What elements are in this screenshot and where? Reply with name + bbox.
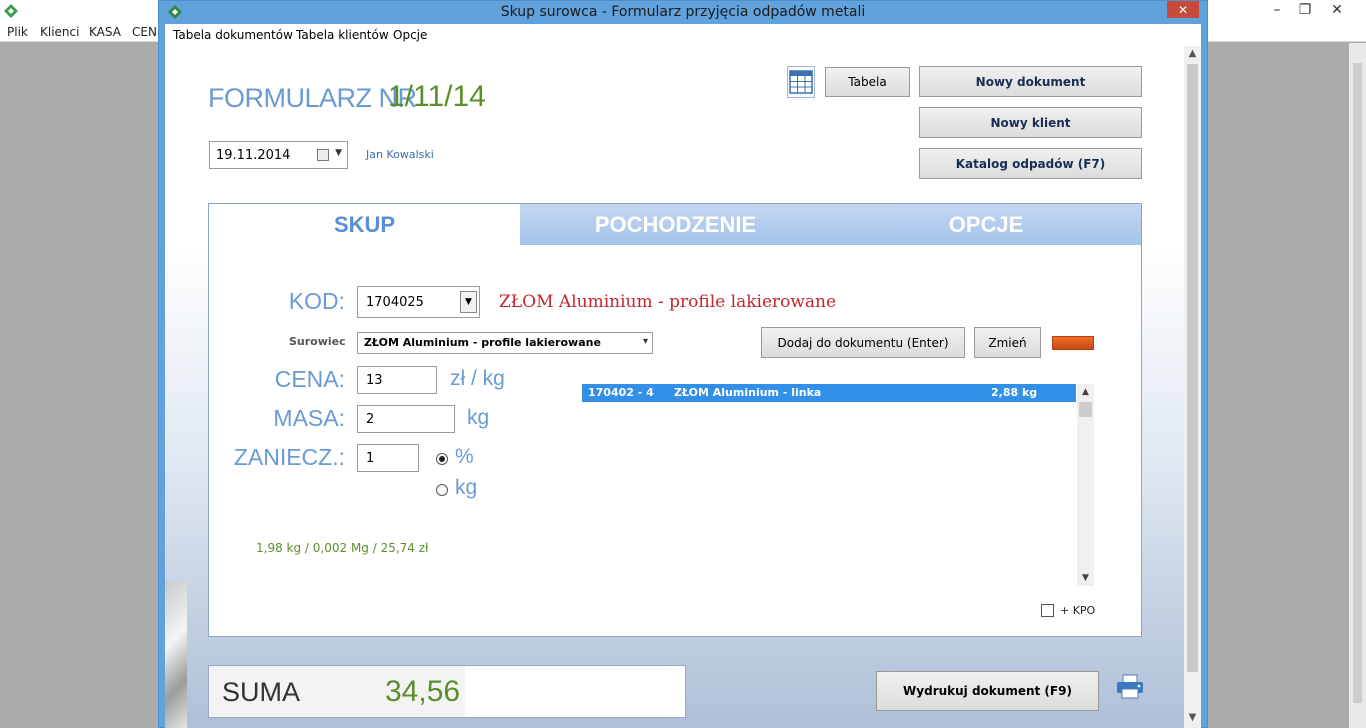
dialog-title: Skup surowca - Formularz przyjęcia odpad… — [500, 4, 866, 20]
zaniecz-input[interactable]: 1 — [357, 444, 419, 472]
menu-opcje[interactable]: Opcje — [393, 28, 427, 42]
date-value: 19.11.2014 — [216, 148, 291, 163]
list-item-code: 170402 - 4 — [588, 386, 654, 399]
scroll-thumb[interactable] — [1079, 402, 1092, 417]
bg-menu-klienci[interactable]: Klienci — [40, 25, 79, 39]
decorative-metal-image — [165, 581, 187, 728]
kod-value: 1704025 — [366, 295, 424, 310]
radio-percent[interactable] — [436, 453, 448, 465]
form-label: FORMULARZ NR — [208, 83, 417, 113]
radio-kg-label: kg — [455, 476, 478, 499]
close-icon: ✕ — [1177, 2, 1189, 17]
material-name: ZŁOM Aluminium - profile lakierowane — [499, 292, 837, 312]
surowiec-label: Surowiec — [289, 335, 346, 348]
document-items-list[interactable]: 170402 - 4 ZŁOM Aluminium - linka 2,88 k… — [582, 384, 1094, 586]
masa-unit: kg — [467, 406, 490, 429]
tab-skup[interactable]: SKUP — [209, 204, 520, 245]
chevron-down-icon[interactable]: ▼ — [1077, 570, 1094, 586]
date-picker[interactable]: 19.11.2014 ▼ — [209, 141, 348, 169]
print-document-button[interactable]: Wydrukuj dokument (F9) — [876, 671, 1099, 711]
menu-tabela-klientow[interactable]: Tabela klientów — [296, 28, 389, 42]
app-logo-icon — [4, 4, 18, 18]
chevron-down-icon[interactable]: ▼ — [460, 291, 477, 313]
masa-input[interactable]: 2 — [357, 405, 455, 433]
list-item-mass: 2,88 kg — [991, 386, 1038, 399]
chevron-down-icon[interactable]: ▼ — [1184, 710, 1201, 726]
table-grid-icon — [789, 70, 813, 94]
bg-menu-kasa[interactable]: KASA — [89, 25, 121, 39]
kpo-checkbox[interactable] — [1041, 604, 1054, 617]
calendar-icon[interactable] — [317, 149, 329, 161]
close-button[interactable]: ✕ — [1167, 1, 1199, 18]
radio-percent-label: % — [455, 445, 474, 468]
form-panel: SKUP POCHODZENIE OPCJE KOD: 1704025 ▼ ZŁ… — [208, 203, 1142, 637]
chevron-up-icon[interactable]: ▲ — [1077, 384, 1094, 400]
form-scrollbar[interactable]: ▲ ▼ — [1184, 46, 1201, 728]
restore-icon[interactable]: ❐ — [1290, 0, 1320, 20]
dialog-window: Skup surowca - Formularz przyjęcia odpad… — [158, 0, 1208, 728]
sum-label: SUMA — [222, 677, 301, 707]
user-name: Jan Kowalski — [366, 148, 434, 161]
tabela-button[interactable]: Tabela — [825, 67, 910, 97]
add-to-document-button[interactable]: Dodaj do dokumentu (Enter) — [761, 327, 965, 358]
masa-label: MASA: — [273, 405, 345, 431]
list-scrollbar[interactable]: ▲ ▼ — [1077, 384, 1094, 586]
table-grid-button[interactable] — [787, 66, 815, 98]
cena-input[interactable]: 13 — [357, 366, 437, 394]
new-client-button[interactable]: Nowy klient — [919, 107, 1142, 138]
radio-kg[interactable] — [436, 484, 448, 496]
sum-box: SUMA 34,56 — [208, 665, 686, 718]
new-document-button[interactable]: Nowy dokument — [919, 66, 1142, 97]
bg-menu-cen[interactable]: CEN — [132, 25, 157, 39]
status-indicator — [1052, 336, 1094, 350]
kod-combobox[interactable]: 1704025 ▼ — [357, 286, 480, 318]
catalog-button[interactable]: Katalog odpadów (F7) — [919, 148, 1142, 179]
calculation-summary: 1,98 kg / 0,002 Mg / 25,74 zł — [256, 541, 429, 555]
change-button[interactable]: Zmień — [974, 327, 1041, 358]
form-client-area: FORMULARZ NR 1/11/14 19.11.2014 ▼ Jan Ko… — [165, 46, 1201, 728]
form-number: 1/11/14 — [388, 80, 486, 113]
scroll-thumb[interactable] — [1353, 63, 1362, 703]
printer-icon[interactable] — [1115, 674, 1145, 700]
cena-unit: zł / kg — [450, 367, 505, 390]
kod-label: KOD: — [288, 288, 345, 314]
close-icon[interactable]: ✕ — [1322, 0, 1352, 20]
minimize-icon[interactable]: – — [1262, 0, 1292, 20]
chevron-down-icon[interactable]: ▼ — [335, 148, 342, 158]
surowiec-select[interactable]: ZŁOM Aluminium - profile lakierowane ▾ — [357, 332, 653, 354]
sum-value: 34,56 — [385, 675, 461, 708]
background-scrollbar[interactable] — [1349, 43, 1366, 728]
zaniecz-label: ZANIECZ.: — [233, 444, 345, 470]
surowiec-value: ZŁOM Aluminium - profile lakierowane — [364, 336, 601, 349]
bg-menu-plik[interactable]: Plik — [7, 25, 28, 39]
menu-tabela-dokumentow[interactable]: Tabela dokumentów — [173, 28, 293, 42]
dialog-titlebar: Skup surowca - Formularz przyjęcia odpad… — [159, 1, 1207, 24]
cena-label: CENA: — [274, 366, 345, 392]
list-item[interactable]: 170402 - 4 ZŁOM Aluminium - linka 2,88 k… — [582, 384, 1076, 402]
kpo-label: + KPO — [1060, 604, 1096, 617]
scroll-thumb[interactable] — [1187, 64, 1198, 672]
tab-pochodzenie[interactable]: POCHODZENIE — [520, 204, 831, 245]
tab-opcje[interactable]: OPCJE — [831, 204, 1141, 245]
dialog-menubar: Tabela dokumentów Tabela klientów Opcje — [165, 24, 1201, 46]
chevron-down-icon[interactable]: ▾ — [643, 336, 648, 347]
chevron-up-icon[interactable]: ▲ — [1184, 46, 1201, 62]
list-item-name: ZŁOM Aluminium - linka — [674, 386, 822, 399]
